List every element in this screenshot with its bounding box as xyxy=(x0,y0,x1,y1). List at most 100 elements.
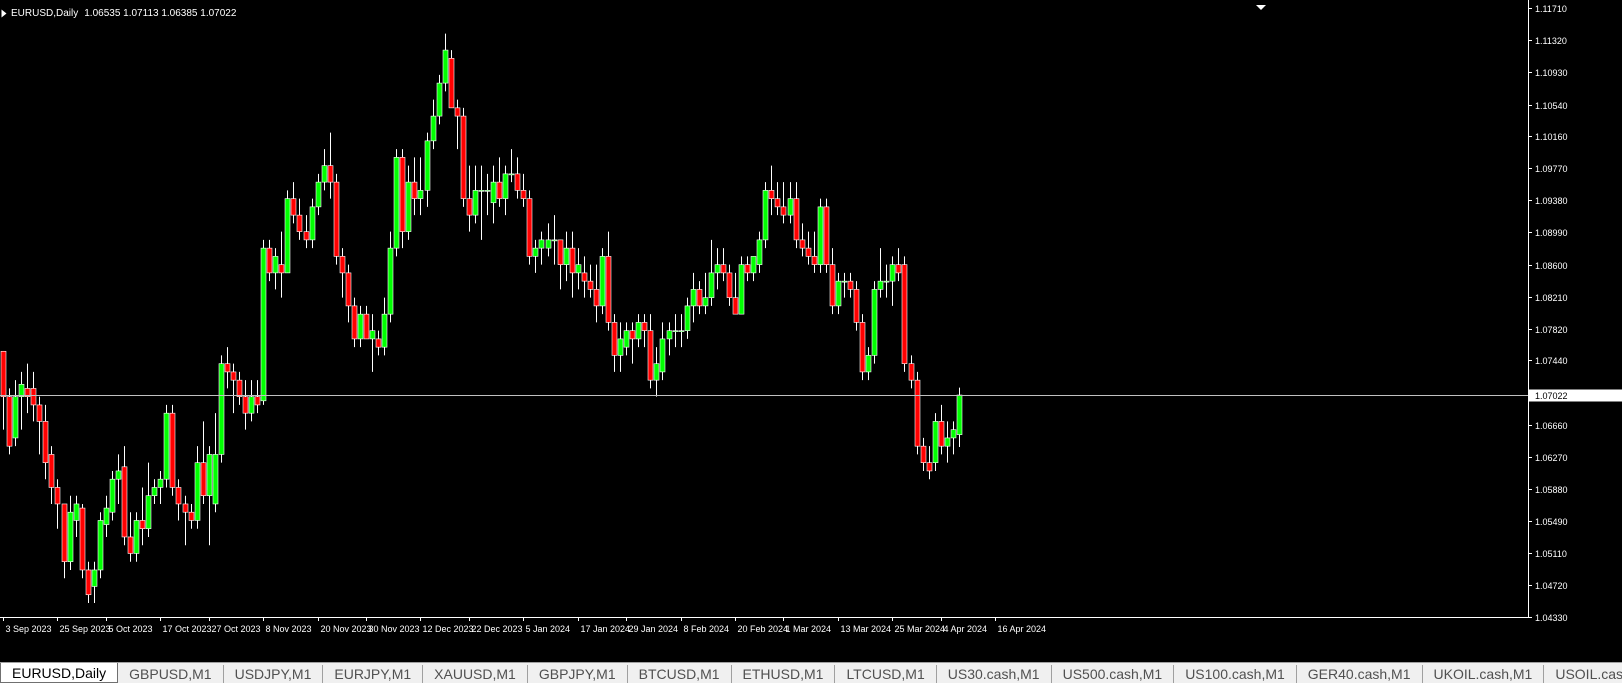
price-chart[interactable]: 1.11710 1.11320 1.10930 1.10540 1.10160 1.097… xyxy=(0,0,1622,662)
bull-candle xyxy=(508,173,515,176)
candlestick-chart[interactable]: 1.11710 1.11320 1.10930 1.10540 1.10160 1.097… xyxy=(0,0,1622,662)
bull-candle xyxy=(393,157,400,249)
bear-candle xyxy=(399,157,406,232)
y-tick-label: 1.07440 xyxy=(1535,356,1568,366)
y-tick-label: 1.04330 xyxy=(1535,613,1568,623)
bull-candle xyxy=(478,190,485,192)
bear-candle xyxy=(593,289,600,307)
chart-tab-6[interactable]: BTCUSD,M1 xyxy=(628,665,732,683)
x-tick-label: 1 Mar 2024 xyxy=(786,624,832,634)
x-tick-label: 20 Feb 2024 xyxy=(738,624,789,634)
bear-candle xyxy=(829,264,836,307)
symbol-label: EURUSD,Daily xyxy=(11,7,79,19)
chart-tab-12[interactable]: GER40.cash,M1 xyxy=(1297,665,1423,683)
chart-tab-14[interactable]: USOIL.cash,M1 xyxy=(1544,665,1622,683)
bull-candle xyxy=(871,289,878,356)
bear-candle xyxy=(859,322,866,373)
bull-candle xyxy=(944,437,951,447)
chart-tab-9[interactable]: US30.cash,M1 xyxy=(937,665,1052,683)
bear-candle xyxy=(780,206,787,216)
bull-candle xyxy=(532,247,539,257)
chart-tab-7[interactable]: ETHUSD,M1 xyxy=(732,665,836,683)
bull-candle xyxy=(841,280,848,283)
bull-candle xyxy=(750,256,757,274)
chart-tab-8[interactable]: LTCUSD,M1 xyxy=(835,665,937,683)
bear-candle xyxy=(811,256,818,265)
bear-candle xyxy=(79,507,86,571)
x-tick-label: 13 Mar 2024 xyxy=(841,624,892,634)
bull-candle xyxy=(690,289,697,307)
chart-tab-4[interactable]: XAUUSD,M1 xyxy=(423,665,528,683)
bull-candle xyxy=(883,280,890,283)
bull-candle xyxy=(653,363,660,381)
bull-candle xyxy=(151,487,158,496)
bull-candle xyxy=(950,429,957,439)
bull-candle xyxy=(284,198,291,274)
bull-candle xyxy=(442,49,449,84)
bear-candle xyxy=(611,322,618,356)
bull-candle xyxy=(865,355,872,373)
bull-candle xyxy=(91,569,98,587)
bear-candle xyxy=(448,58,455,109)
bull-candle xyxy=(369,330,376,340)
bear-candle xyxy=(908,363,915,381)
bear-candle xyxy=(629,330,636,340)
bull-candle xyxy=(206,454,213,496)
bear-candle xyxy=(774,198,781,208)
bull-candle xyxy=(659,338,666,373)
bull-candle xyxy=(617,338,624,356)
y-tick-label: 1.05490 xyxy=(1535,517,1568,527)
y-tick-label: 1.09770 xyxy=(1535,164,1568,174)
bull-candle xyxy=(248,396,255,414)
chart-tab-3[interactable]: EURJPY,M1 xyxy=(323,665,424,683)
bull-candle xyxy=(212,454,219,505)
bear-candle xyxy=(345,272,352,307)
chart-tab-11[interactable]: US100.cash,M1 xyxy=(1174,665,1297,683)
bear-candle xyxy=(696,289,703,307)
y-tick-label: 1.04720 xyxy=(1535,581,1568,591)
ohlc-label: 1.06535 1.07113 1.06385 1.07022 xyxy=(84,7,237,19)
chart-tab-5[interactable]: GBPJPY,M1 xyxy=(528,665,628,683)
bear-candle xyxy=(460,115,467,199)
bull-candle xyxy=(145,495,152,530)
bull-candle xyxy=(194,462,201,521)
x-tick-label: 30 Nov 2023 xyxy=(369,624,420,634)
bull-candle xyxy=(67,511,74,563)
x-tick-label: 3 Sep 2023 xyxy=(6,624,52,634)
x-tick-label: 27 Oct 2023 xyxy=(212,624,261,634)
x-tick-label: 22 Dec 2023 xyxy=(472,624,523,634)
collapse-triangle-icon[interactable] xyxy=(1,9,7,17)
bull-candle xyxy=(672,330,679,332)
bull-candle xyxy=(635,322,642,340)
bear-candle xyxy=(296,214,303,232)
bear-candle xyxy=(526,198,533,257)
x-tick-label: 17 Oct 2023 xyxy=(163,624,212,634)
bear-candle xyxy=(514,173,521,191)
bull-candle xyxy=(163,412,170,480)
chart-tab-0[interactable]: EURUSD,Daily xyxy=(0,663,119,683)
bear-candle xyxy=(242,396,249,414)
y-tick-label: 1.11710 xyxy=(1535,4,1567,14)
bear-candle xyxy=(278,264,285,274)
bear-candle xyxy=(847,280,854,290)
bull-candle xyxy=(381,313,388,348)
bear-candle xyxy=(901,264,908,364)
bear-candle xyxy=(48,454,55,488)
y-tick-label: 1.11320 xyxy=(1535,36,1567,46)
bear-candle xyxy=(139,520,146,530)
bear-candle xyxy=(363,313,370,340)
chart-tab-13[interactable]: UKOIL.cash,M1 xyxy=(1423,665,1545,683)
bear-candle xyxy=(605,256,612,323)
chart-shift-marker-icon xyxy=(1256,5,1266,10)
y-tick-label: 1.10160 xyxy=(1535,132,1568,142)
chart-tab-2[interactable]: USDJPY,M1 xyxy=(224,665,324,683)
bear-candle xyxy=(569,247,576,274)
chart-tab-1[interactable]: GBPUSD,M1 xyxy=(118,665,224,683)
chart-tab-10[interactable]: US500.cash,M1 xyxy=(1052,665,1175,683)
bear-candle xyxy=(587,280,594,290)
bull-candle xyxy=(889,264,896,282)
bull-candle xyxy=(666,330,673,340)
bear-candle xyxy=(375,338,382,348)
bull-candle xyxy=(490,181,497,204)
bear-candle xyxy=(496,181,503,199)
